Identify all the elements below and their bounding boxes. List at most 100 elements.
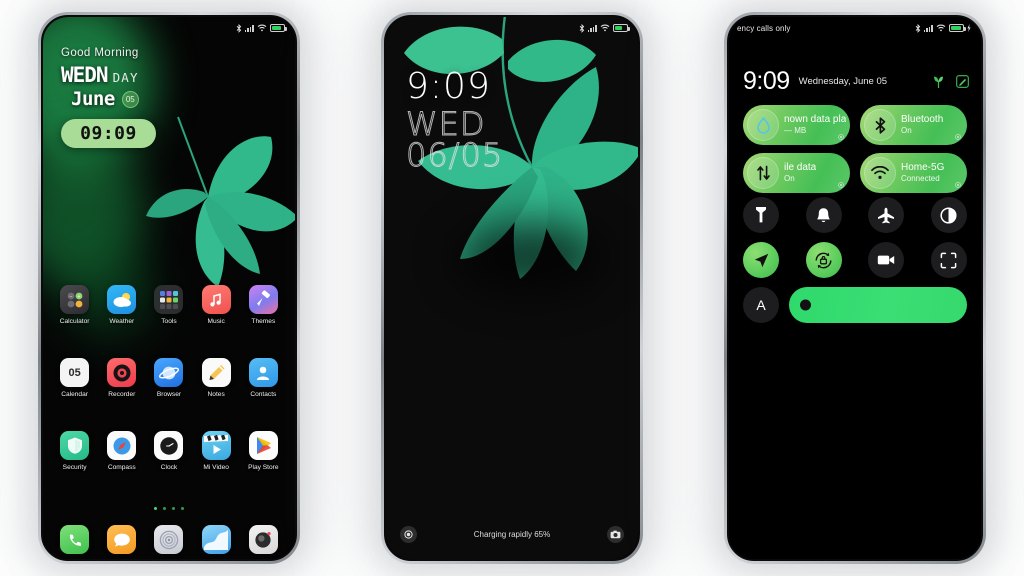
camera-icon[interactable] [607, 525, 624, 543]
toggle-flashlight[interactable] [743, 197, 779, 233]
svg-text:−: − [69, 294, 72, 300]
dock-messages[interactable]: Messages [102, 525, 142, 559]
app-label: Notes [207, 391, 225, 398]
data-drop-icon [747, 109, 779, 141]
toggle-auto-rotate[interactable] [805, 242, 842, 278]
tile-text: Bluetooth On [901, 114, 943, 135]
toggle-airplane[interactable] [868, 197, 905, 233]
tile-mobile-data[interactable]: ile data On [743, 153, 850, 193]
toggle-dark-mode[interactable] [930, 197, 967, 233]
tile-expand-icon[interactable] [955, 182, 961, 188]
app-themes[interactable]: Themes [243, 285, 283, 325]
phone2-bezel: 9:09 WED 06/05 Charging rapidly 65% [384, 15, 640, 561]
tile-title: ile data [784, 162, 817, 174]
app-browser[interactable]: Browser [149, 358, 189, 398]
app-calendar[interactable]: 05 Calendar [55, 358, 95, 398]
tile-expand-icon[interactable] [955, 134, 961, 140]
phone-lock-screen: 9:09 WED 06/05 Charging rapidly 65% [381, 12, 643, 564]
dock-camera[interactable]: Camera [243, 525, 283, 559]
phone-icon [60, 525, 90, 554]
battery-icon [949, 24, 966, 32]
flashlight-icon[interactable] [400, 525, 417, 543]
cc-time: 9:09 [743, 67, 790, 95]
tile-wifi[interactable]: Home-5G Connected [860, 153, 967, 193]
edit-icon[interactable] [956, 75, 969, 88]
security-icon [60, 431, 90, 460]
dock-settings[interactable]: Settings [149, 525, 189, 559]
tile-subtitle: On [901, 125, 912, 135]
dock: Phone Messages [43, 525, 295, 559]
weekday-row: WEDN DAY [61, 63, 241, 87]
tile-title: Bluetooth [901, 114, 944, 126]
app-security[interactable]: Security [55, 431, 95, 471]
settings-icon [154, 525, 184, 554]
tile-title: nown data pla [784, 114, 847, 126]
app-label: Play Store [248, 464, 279, 471]
sprout-icon[interactable] [933, 75, 944, 89]
app-music[interactable]: Music [196, 285, 236, 325]
app-contacts[interactable]: Contacts [243, 358, 283, 398]
charging-bolt-icon [967, 24, 971, 32]
brightness-slider-knob[interactable] [800, 299, 811, 311]
app-compass[interactable]: Compass [102, 431, 142, 471]
app-notes[interactable]: Notes [196, 358, 236, 398]
cc-header-icons [933, 75, 969, 89]
app-label: Themes [251, 318, 276, 325]
app-calculator[interactable]: − + Calculator [55, 285, 95, 325]
toggle-scanner[interactable] [930, 242, 967, 278]
app-play-store[interactable]: Play Store [243, 431, 283, 471]
app-label: Contacts [250, 391, 277, 398]
toggle-ringer[interactable] [805, 197, 842, 233]
app-clock[interactable]: Clock [149, 431, 189, 471]
tile-text: ile data On [784, 162, 816, 183]
toggle-location[interactable] [743, 242, 779, 278]
recorder-icon [107, 358, 137, 387]
brightness-slider[interactable] [789, 287, 967, 323]
phone2-status-icons [579, 23, 630, 33]
toggle-row-1 [743, 197, 967, 233]
auto-brightness-label: A [756, 297, 766, 313]
themes-icon [248, 285, 278, 314]
tile-expand-icon[interactable] [838, 134, 844, 140]
dock-files[interactable]: Files [196, 525, 236, 559]
mobile-data-icon [747, 157, 779, 189]
connectivity-tiles: nown data pla — MB Bluetooth On ile data… [743, 105, 967, 193]
quick-toggles: A [743, 197, 967, 332]
app-label: Browser [156, 391, 182, 398]
battery-icon [270, 24, 287, 32]
home-clock-widget[interactable]: Good Morning WEDN DAY June 05 09:09 [61, 47, 241, 148]
toggle-row-2 [743, 242, 967, 278]
auto-rotate-icon [815, 252, 832, 268]
calendar-day-badge: 05 [68, 366, 81, 379]
bell-icon [817, 207, 830, 222]
app-label: Recorder [108, 391, 136, 398]
app-mi-video[interactable]: Mi Video [196, 431, 236, 471]
tile-bluetooth[interactable]: Bluetooth On [860, 105, 967, 145]
auto-brightness-button[interactable]: A [743, 287, 779, 323]
bluetooth-icon [236, 23, 241, 33]
toggle-screen-record[interactable] [868, 242, 905, 278]
mi-video-icon [201, 431, 231, 460]
control-center-header: 9:09 Wednesday, June 05 [743, 69, 969, 94]
phone1-bezel: Good Morning WEDN DAY June 05 09:09 − + … [41, 15, 297, 561]
phone3-status-icons [915, 23, 971, 33]
page-indicator-dots[interactable] [43, 507, 295, 511]
tile-data-plan[interactable]: nown data pla — MB [743, 105, 850, 145]
dock-phone[interactable]: Phone [55, 525, 95, 559]
wifi-icon [257, 24, 267, 32]
app-weather[interactable]: Weather [102, 285, 142, 325]
tile-text: Home-5G Connected [901, 162, 944, 183]
app-row-1: − + Calculator Weather Tools Music Theme… [43, 285, 295, 325]
bluetooth-icon [915, 23, 920, 33]
compass-icon [107, 431, 137, 460]
widget-time-pill[interactable]: 09:09 [61, 119, 156, 148]
month-row: June 05 [71, 88, 241, 110]
app-tools-folder[interactable]: Tools [149, 285, 189, 325]
play-store-icon [248, 431, 278, 460]
wifi-icon [936, 24, 946, 32]
brightness-row: A [743, 287, 967, 323]
app-recorder[interactable]: Recorder [102, 358, 142, 398]
phone2-status-bar [386, 17, 638, 39]
tile-expand-icon[interactable] [838, 182, 844, 188]
tile-subtitle: Connected [901, 173, 940, 183]
